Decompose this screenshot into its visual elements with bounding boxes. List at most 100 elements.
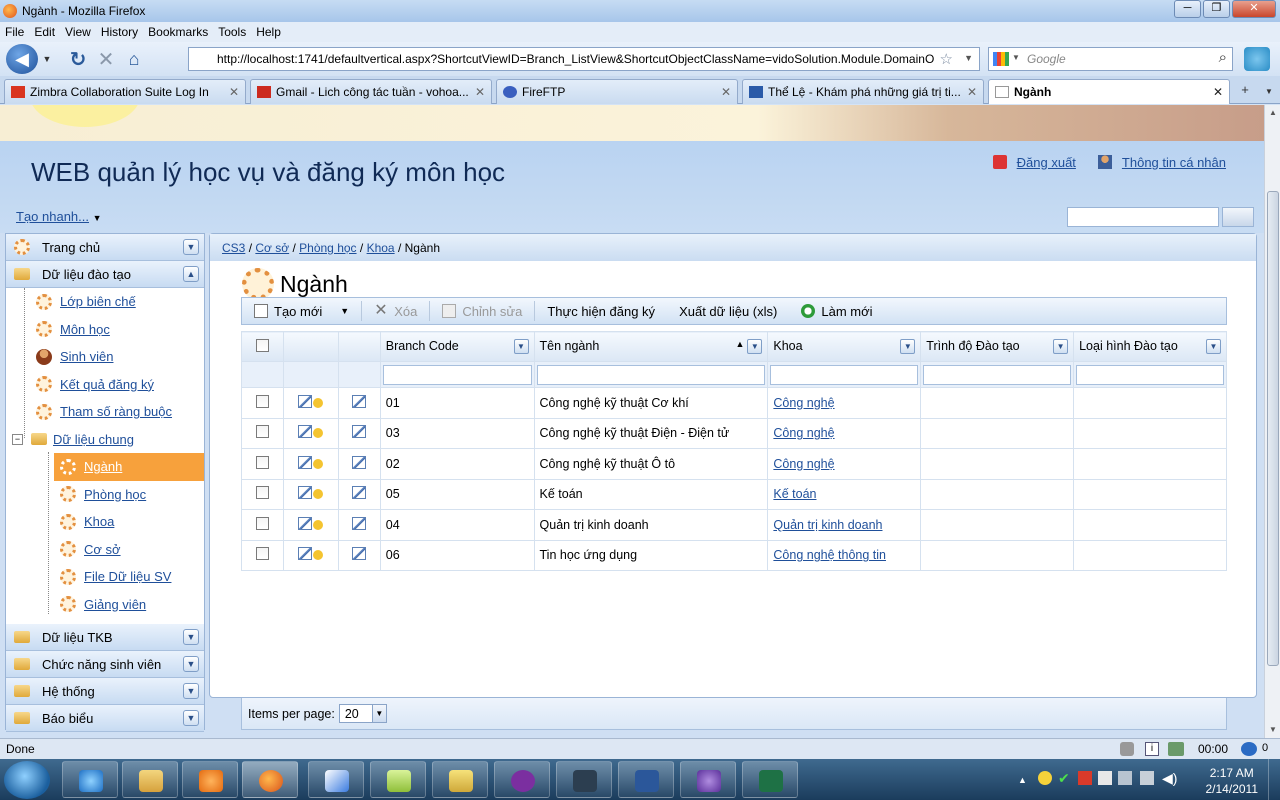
table-row[interactable]: 05 Kế toán Kế toán [241,478,1227,510]
menu-file[interactable]: File [5,25,24,39]
item-label[interactable]: Khoa [84,514,114,529]
filter-loai-hinh-input[interactable] [1076,364,1224,385]
menu-bookmarks[interactable]: Bookmarks [148,25,208,39]
device-icon[interactable] [1118,771,1132,785]
tab-fireftp[interactable]: FireFTP ✕ [496,79,738,104]
column-header-khoa[interactable]: Khoa ▼ [767,331,922,362]
sidebar-group-training[interactable]: Dữ liệu đào tạo ▲ [6,261,204,288]
edit-icon[interactable] [352,455,367,469]
menu-help[interactable]: Help [256,25,281,39]
sidebar-item-khoa[interactable]: Khoa [6,508,204,536]
select-all-checkbox[interactable] [255,338,269,352]
chevron-down-icon[interactable]: ▼ [183,656,199,672]
chevron-down-icon[interactable]: ▼ [371,705,386,722]
chevron-down-icon[interactable]: ▼ [513,339,529,354]
taskbar-media[interactable] [182,761,238,798]
table-row[interactable]: 06 Tin học ứng dụng Công nghệ thông tin [241,539,1227,571]
taskbar-ie[interactable] [62,761,118,798]
chevron-down-icon[interactable]: ▼ [747,339,763,354]
khoa-link[interactable]: Quản trị kinh doanh [773,518,882,532]
sidebar-item-phong-hoc[interactable]: Phòng học [6,481,204,509]
close-tab-icon[interactable]: ✕ [229,85,239,99]
column-header-ten-nganh[interactable]: Tên ngành ▼ ▲ [533,331,769,362]
new-button[interactable]: Tạo mới ▼ [242,298,361,324]
row-checkbox[interactable] [255,425,269,439]
sidebar-item-lop-bien-che[interactable]: Lớp biên chế [6,288,204,316]
table-row[interactable]: 02 Công nghệ kỹ thuật Ô tô Công nghệ [241,448,1227,480]
flag-icon[interactable] [1098,771,1112,785]
taskbar-visual-studio[interactable] [680,761,736,798]
item-label[interactable]: Giảng viên [84,597,146,612]
chevron-down-icon[interactable]: ▼ [900,339,916,354]
taskbar-app-5[interactable] [308,761,364,798]
filter-khoa-input[interactable] [770,364,919,385]
row-checkbox[interactable] [255,516,269,530]
breadcrumb-co-so[interactable]: Cơ sở [255,241,289,255]
sidebar-item-du-lieu-chung[interactable]: − Dữ liệu chung [6,426,204,454]
register-button[interactable]: Thực hiện đăng ký [535,298,667,324]
sidebar-item-co-so[interactable]: Cơ sở [6,536,204,564]
volume-icon[interactable]: ◀) [1162,770,1177,787]
row-checkbox[interactable] [255,486,269,500]
edit-button[interactable]: Chỉnh sửa [430,298,534,324]
history-dropdown-icon[interactable]: ▼ [40,54,54,64]
minimize-button[interactable]: ─ [1174,0,1201,18]
edit-icon[interactable] [352,516,367,530]
reload-icon[interactable]: ↻ [64,47,92,72]
sidebar-item-file-du-lieu-sv[interactable]: File Dữ liệu SV [6,563,204,591]
profile-link[interactable]: Thông tin cá nhân [1122,155,1226,170]
inline-edit-icon[interactable] [298,455,313,469]
edit-icon[interactable] [352,394,367,408]
sidebar-group-he-thong[interactable]: Hệ thống ▼ [6,678,204,705]
taskbar-firefox[interactable] [242,761,298,798]
refresh-button[interactable]: Làm mới [789,298,884,324]
url-dropdown-icon[interactable]: ▼ [964,53,973,63]
collapse-icon[interactable]: − [12,433,23,445]
maximize-button[interactable]: ❐ [1203,0,1230,18]
show-desktop-button[interactable] [1268,759,1280,800]
menu-edit[interactable]: Edit [34,25,55,39]
page-scrollbar[interactable]: ▲ ▼ [1264,105,1280,738]
addon-icon[interactable] [1241,742,1257,756]
tab-zimbra[interactable]: Zimbra Collaboration Suite Log In ✕ [4,79,246,104]
engine-dropdown-icon[interactable]: ▼ [1012,53,1020,62]
search-icon[interactable]: ⌕ [1219,49,1227,66]
back-icon[interactable]: ◀ [6,44,38,74]
close-tab-icon[interactable]: ✕ [967,85,977,99]
row-checkbox[interactable] [255,547,269,561]
search-box[interactable]: ▼ Google ⌕ [988,47,1233,71]
scroll-thumb[interactable] [1267,191,1279,666]
filter-branch-code-input[interactable] [382,364,532,385]
tab-the-le[interactable]: Thể Lệ - Khám phá những giá trị ti... ✕ [742,79,984,104]
home-icon[interactable]: ⌂ [120,49,148,70]
chevron-down-icon[interactable]: ▼ [183,239,199,255]
tab-list-icon[interactable]: ▼ [1260,82,1278,102]
start-button[interactable] [4,761,50,799]
taskbar-clock[interactable]: 2:17 AM 2/14/2011 [1206,765,1259,797]
stop-icon[interactable]: ✕ [92,47,120,72]
scroll-up-icon[interactable]: ▲ [1265,105,1280,121]
khoa-link[interactable]: Công nghệ [773,426,834,440]
sidebar-item-ket-qua-dang-ky[interactable]: Kết quả đăng ký [6,371,204,399]
chevron-down-icon[interactable]: ▼ [183,710,199,726]
breadcrumb-phong-hoc[interactable]: Phòng học [299,241,356,255]
item-label[interactable]: Dữ liệu chung [53,432,134,447]
close-tab-icon[interactable]: ✕ [1213,85,1223,99]
table-row[interactable]: 01 Công nghệ kỹ thuật Cơ khí Công nghệ [241,387,1227,419]
item-label[interactable]: Sinh viên [60,349,113,364]
chevron-down-icon[interactable]: ▼ [1206,339,1221,354]
filter-ten-nganh-input[interactable] [536,364,766,385]
chevron-down-icon[interactable]: ▼ [1053,339,1069,354]
taskbar-app-9[interactable] [556,761,612,798]
item-label[interactable]: Lớp biên chế [60,294,136,309]
item-label[interactable]: Môn học [60,322,110,337]
item-label[interactable]: Kết quả đăng ký [60,377,154,392]
tab-gmail[interactable]: Gmail - Lich công tác tuần - vohoa... ✕ [250,79,492,104]
khoa-link[interactable]: Công nghệ [773,396,834,410]
edit-icon[interactable] [352,547,367,561]
inline-edit-icon[interactable] [298,486,313,500]
quick-create[interactable]: Tạo nhanh... ▼ [16,209,102,224]
item-label[interactable]: Phòng học [84,487,146,502]
global-search-input[interactable] [1067,207,1219,227]
google-icon[interactable] [993,52,1009,66]
